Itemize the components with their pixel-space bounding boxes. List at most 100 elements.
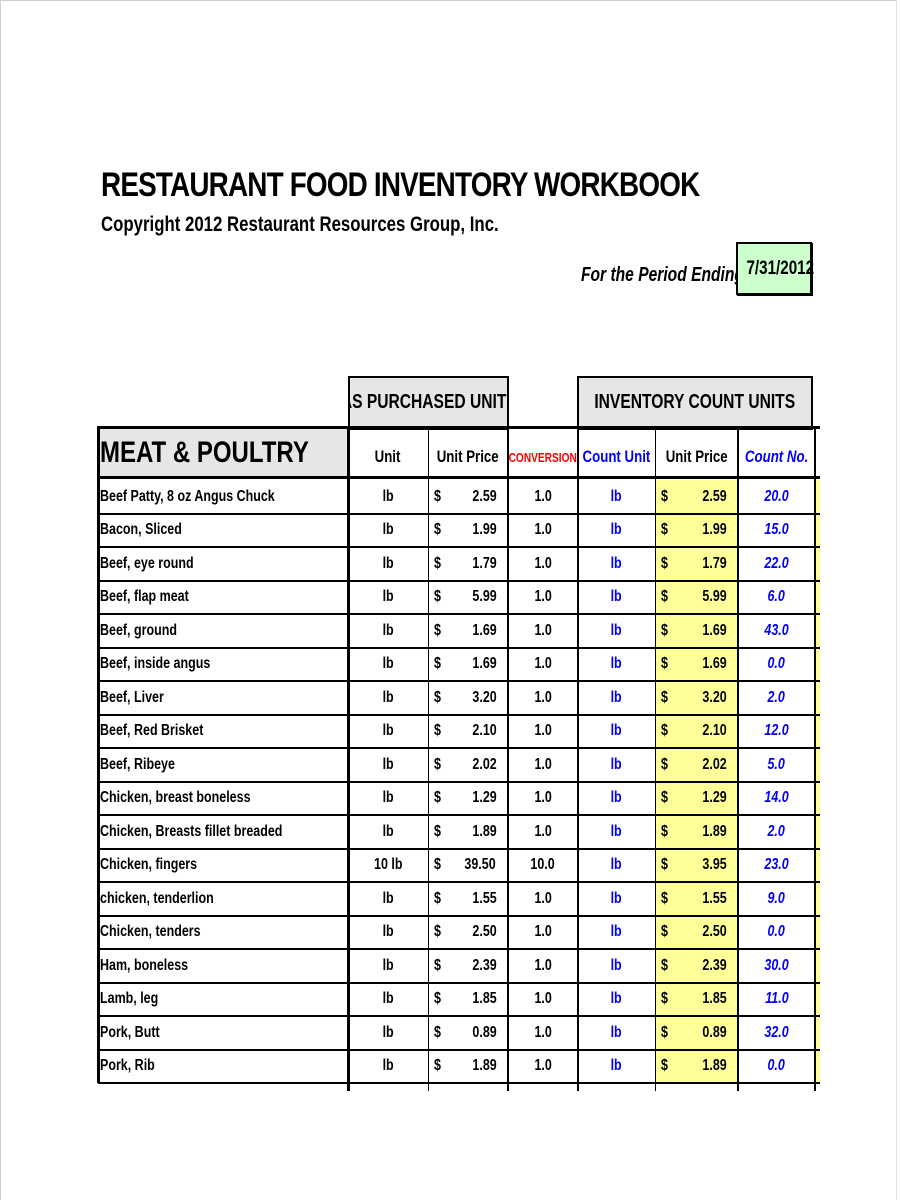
count-unit-price-cell[interactable]: $1.29: [655, 781, 738, 815]
count-unit-price-cell[interactable]: $0.89: [655, 1016, 738, 1050]
count-unit-price-cell[interactable]: $2.10: [655, 714, 738, 748]
item-name-cell[interactable]: Chicken, tenders: [98, 916, 348, 950]
item-name-cell[interactable]: Chicken, fingers: [98, 849, 348, 883]
unit-cell[interactable]: lb: [348, 983, 428, 1017]
unit-cell[interactable]: lb: [348, 614, 428, 648]
count-unit-cell[interactable]: lb: [578, 648, 655, 682]
count-unit-price-cell[interactable]: $5.99: [655, 580, 738, 614]
conversion-cell[interactable]: 1.0: [508, 916, 578, 950]
unit-price-cell[interactable]: $3.20: [428, 681, 508, 715]
conversion-cell[interactable]: 1.0: [508, 983, 578, 1017]
count-unit-price-cell[interactable]: $1.85: [655, 982, 738, 1016]
count-no-cell[interactable]: 6.0: [738, 581, 815, 615]
item-name-cell[interactable]: Lamb, leg: [98, 983, 348, 1017]
unit-cell[interactable]: lb: [348, 715, 428, 749]
unit-price-cell[interactable]: $39.50: [428, 849, 508, 883]
unit-price-cell[interactable]: $1.85: [428, 983, 508, 1017]
unit-price-cell[interactable]: $2.59: [428, 480, 508, 514]
unit-price-cell[interactable]: $2.02: [428, 748, 508, 782]
count-unit-cell[interactable]: lb: [578, 983, 655, 1017]
count-no-cell[interactable]: 14.0: [738, 782, 815, 816]
count-unit-cell[interactable]: lb: [578, 815, 655, 849]
count-unit-price-cell[interactable]: $1.69: [655, 614, 738, 648]
unit-cell[interactable]: lb: [348, 815, 428, 849]
unit-cell[interactable]: lb: [348, 581, 428, 615]
count-no-cell[interactable]: 2.0: [738, 815, 815, 849]
count-no-cell[interactable]: 0.0: [738, 1050, 815, 1084]
count-unit-cell[interactable]: lb: [578, 916, 655, 950]
count-unit-price-cell[interactable]: $2.50: [655, 915, 738, 949]
count-no-cell[interactable]: 43.0: [738, 614, 815, 648]
conversion-cell[interactable]: 1.0: [508, 882, 578, 916]
unit-price-cell[interactable]: $1.79: [428, 547, 508, 581]
item-name-cell[interactable]: Bacon, Sliced: [98, 514, 348, 548]
conversion-cell[interactable]: 1.0: [508, 715, 578, 749]
count-unit-cell[interactable]: lb: [578, 1050, 655, 1084]
item-name-cell[interactable]: Pork, Butt: [98, 1016, 348, 1050]
count-unit-price-cell[interactable]: $1.89: [655, 815, 738, 849]
count-unit-cell[interactable]: lb: [578, 715, 655, 749]
conversion-cell[interactable]: 1.0: [508, 480, 578, 514]
count-no-cell[interactable]: 23.0: [738, 849, 815, 883]
count-no-cell[interactable]: 5.0: [738, 748, 815, 782]
count-unit-cell[interactable]: lb: [578, 949, 655, 983]
count-no-cell[interactable]: 15.0: [738, 514, 815, 548]
unit-cell[interactable]: lb: [348, 480, 428, 514]
conversion-cell[interactable]: 1.0: [508, 614, 578, 648]
conversion-cell[interactable]: 1.0: [508, 648, 578, 682]
conversion-cell[interactable]: 10.0: [508, 849, 578, 883]
item-name-cell[interactable]: Chicken, Breasts fillet breaded: [98, 815, 348, 849]
unit-cell[interactable]: lb: [348, 748, 428, 782]
item-name-cell[interactable]: Beef, eye round: [98, 547, 348, 581]
count-no-cell[interactable]: 0.0: [738, 648, 815, 682]
count-unit-cell[interactable]: lb: [578, 882, 655, 916]
count-no-cell[interactable]: 32.0: [738, 1016, 815, 1050]
unit-cell[interactable]: lb: [348, 1016, 428, 1050]
unit-price-cell[interactable]: $1.99: [428, 514, 508, 548]
unit-price-cell[interactable]: $1.29: [428, 782, 508, 816]
count-unit-price-cell[interactable]: $1.79: [655, 547, 738, 581]
item-name-cell[interactable]: Ham, boneless: [98, 949, 348, 983]
count-unit-cell[interactable]: lb: [578, 748, 655, 782]
conversion-cell[interactable]: 1.0: [508, 581, 578, 615]
unit-cell[interactable]: lb: [348, 882, 428, 916]
unit-price-cell[interactable]: $0.89: [428, 1016, 508, 1050]
item-name-cell[interactable]: Beef, Liver: [98, 681, 348, 715]
count-unit-cell[interactable]: lb: [578, 547, 655, 581]
unit-price-cell[interactable]: $2.39: [428, 949, 508, 983]
item-name-cell[interactable]: Beef Patty, 8 oz Angus Chuck: [98, 480, 348, 514]
item-name-cell[interactable]: chicken, tenderlion: [98, 882, 348, 916]
item-name-cell[interactable]: Beef, Ribeye: [98, 748, 348, 782]
conversion-cell[interactable]: 1.0: [508, 815, 578, 849]
conversion-cell[interactable]: 1.0: [508, 949, 578, 983]
count-unit-price-cell[interactable]: $1.99: [655, 513, 738, 547]
unit-cell[interactable]: 10 lb: [348, 849, 428, 883]
count-no-cell[interactable]: 22.0: [738, 547, 815, 581]
count-unit-cell[interactable]: lb: [578, 1016, 655, 1050]
item-name-cell[interactable]: Pork, Rib: [98, 1050, 348, 1084]
conversion-cell[interactable]: 1.0: [508, 681, 578, 715]
unit-price-cell[interactable]: $2.10: [428, 715, 508, 749]
item-name-cell[interactable]: Beef, inside angus: [98, 648, 348, 682]
count-unit-cell[interactable]: lb: [578, 614, 655, 648]
count-unit-price-cell[interactable]: $3.20: [655, 681, 738, 715]
count-no-cell[interactable]: 30.0: [738, 949, 815, 983]
count-no-cell[interactable]: 11.0: [738, 983, 815, 1017]
count-unit-cell[interactable]: lb: [578, 480, 655, 514]
count-unit-cell[interactable]: lb: [578, 782, 655, 816]
item-name-cell[interactable]: Beef, ground: [98, 614, 348, 648]
count-no-cell[interactable]: 9.0: [738, 882, 815, 916]
count-no-cell[interactable]: 2.0: [738, 681, 815, 715]
unit-cell[interactable]: lb: [348, 547, 428, 581]
conversion-cell[interactable]: 1.0: [508, 1016, 578, 1050]
conversion-cell[interactable]: 1.0: [508, 547, 578, 581]
unit-cell[interactable]: lb: [348, 949, 428, 983]
item-name-cell[interactable]: Beef, Red Brisket: [98, 715, 348, 749]
count-unit-cell[interactable]: lb: [578, 681, 655, 715]
count-unit-cell[interactable]: lb: [578, 849, 655, 883]
count-unit-price-cell[interactable]: $2.59: [655, 480, 738, 514]
unit-cell[interactable]: lb: [348, 648, 428, 682]
unit-cell[interactable]: lb: [348, 916, 428, 950]
count-unit-price-cell[interactable]: $2.39: [655, 949, 738, 983]
count-no-cell[interactable]: 0.0: [738, 916, 815, 950]
